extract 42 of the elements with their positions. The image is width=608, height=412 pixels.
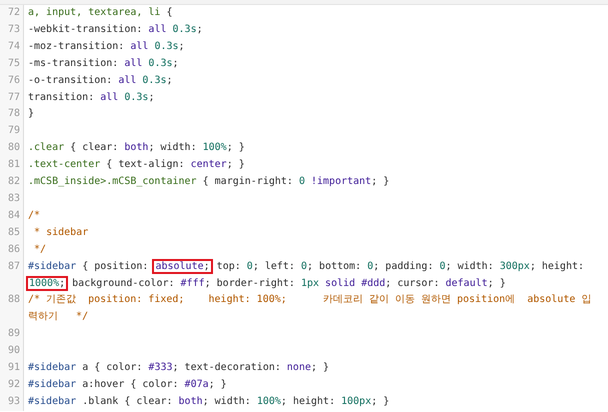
line-number: 82 bbox=[0, 174, 24, 191]
code-line: .mCSB_inside>.mCSB_container { margin-right: 0 !important; } bbox=[28, 175, 390, 190]
line-number: 79 bbox=[0, 123, 24, 140]
code-line: .text-center { text-align: center; } bbox=[28, 158, 246, 172]
code-line: 1000%; background-color: #fff; border-right: 1px solid #ddd; cursor: default; } bbox=[28, 276, 608, 292]
code-line: .clear { clear: both; width: 100%; } bbox=[28, 141, 246, 156]
line-number: 72 bbox=[0, 5, 24, 22]
line-number: 86 bbox=[0, 242, 24, 259]
line-number: 84 bbox=[0, 208, 24, 225]
line-number: 91 bbox=[0, 360, 24, 377]
line-number: 83 bbox=[0, 190, 24, 208]
line-number: 81 bbox=[0, 157, 24, 174]
line-number: 85 bbox=[0, 224, 24, 242]
code-line: /* 기존값 position: fixed; height: 100%; 카데코리 같이 이동 원하면 position에 absolute 입 bbox=[28, 293, 592, 308]
code-line: transition: all 0.3s; bbox=[28, 90, 156, 105]
line-number: 89 bbox=[0, 326, 24, 344]
code-line: -o-transition: all 0.3s; bbox=[28, 74, 174, 88]
code-line: } bbox=[28, 107, 36, 122]
line-number: 74 bbox=[0, 38, 24, 56]
code-line: /* bbox=[28, 208, 42, 223]
line-number: 76 bbox=[0, 72, 24, 90]
code-line: -webkit-transition: all 0.3s; bbox=[28, 22, 204, 37]
line-number: 77 bbox=[0, 90, 24, 106]
code-line: #sidebar a { color: #333; text-decoration: none; } bbox=[28, 361, 330, 376]
code-line: #sidebar { position: absolute; top: 0; left: 0; bottom: 0; padding: 0; width: 300px; height: bbox=[28, 260, 586, 274]
code-line: -ms-transition: all 0.3s; bbox=[28, 56, 180, 71]
line-number: 90 bbox=[0, 343, 24, 360]
code-line: -moz-transition: all 0.3s; bbox=[28, 40, 186, 54]
code-line: #sidebar .blank { clear: both; width: 100%; height: 100px; } bbox=[28, 394, 390, 409]
line-number: 78 bbox=[0, 106, 24, 124]
line-number: 93 bbox=[0, 394, 24, 411]
code-line: #sidebar a:hover { color: #07a; } bbox=[28, 378, 228, 392]
line-number: 73 bbox=[0, 22, 24, 39]
code-line: 력하기 */ bbox=[28, 310, 90, 324]
code-line: a, input, textarea, li { bbox=[28, 6, 174, 20]
code-line: * sidebar bbox=[33, 226, 90, 240]
code-line: */ bbox=[33, 242, 48, 257]
line-number: 92 bbox=[0, 376, 24, 394]
line-number: 87 bbox=[0, 258, 24, 292]
line-number: 75 bbox=[0, 56, 24, 73]
line-number: 88 bbox=[0, 292, 24, 326]
line-number: 80 bbox=[0, 140, 24, 158]
